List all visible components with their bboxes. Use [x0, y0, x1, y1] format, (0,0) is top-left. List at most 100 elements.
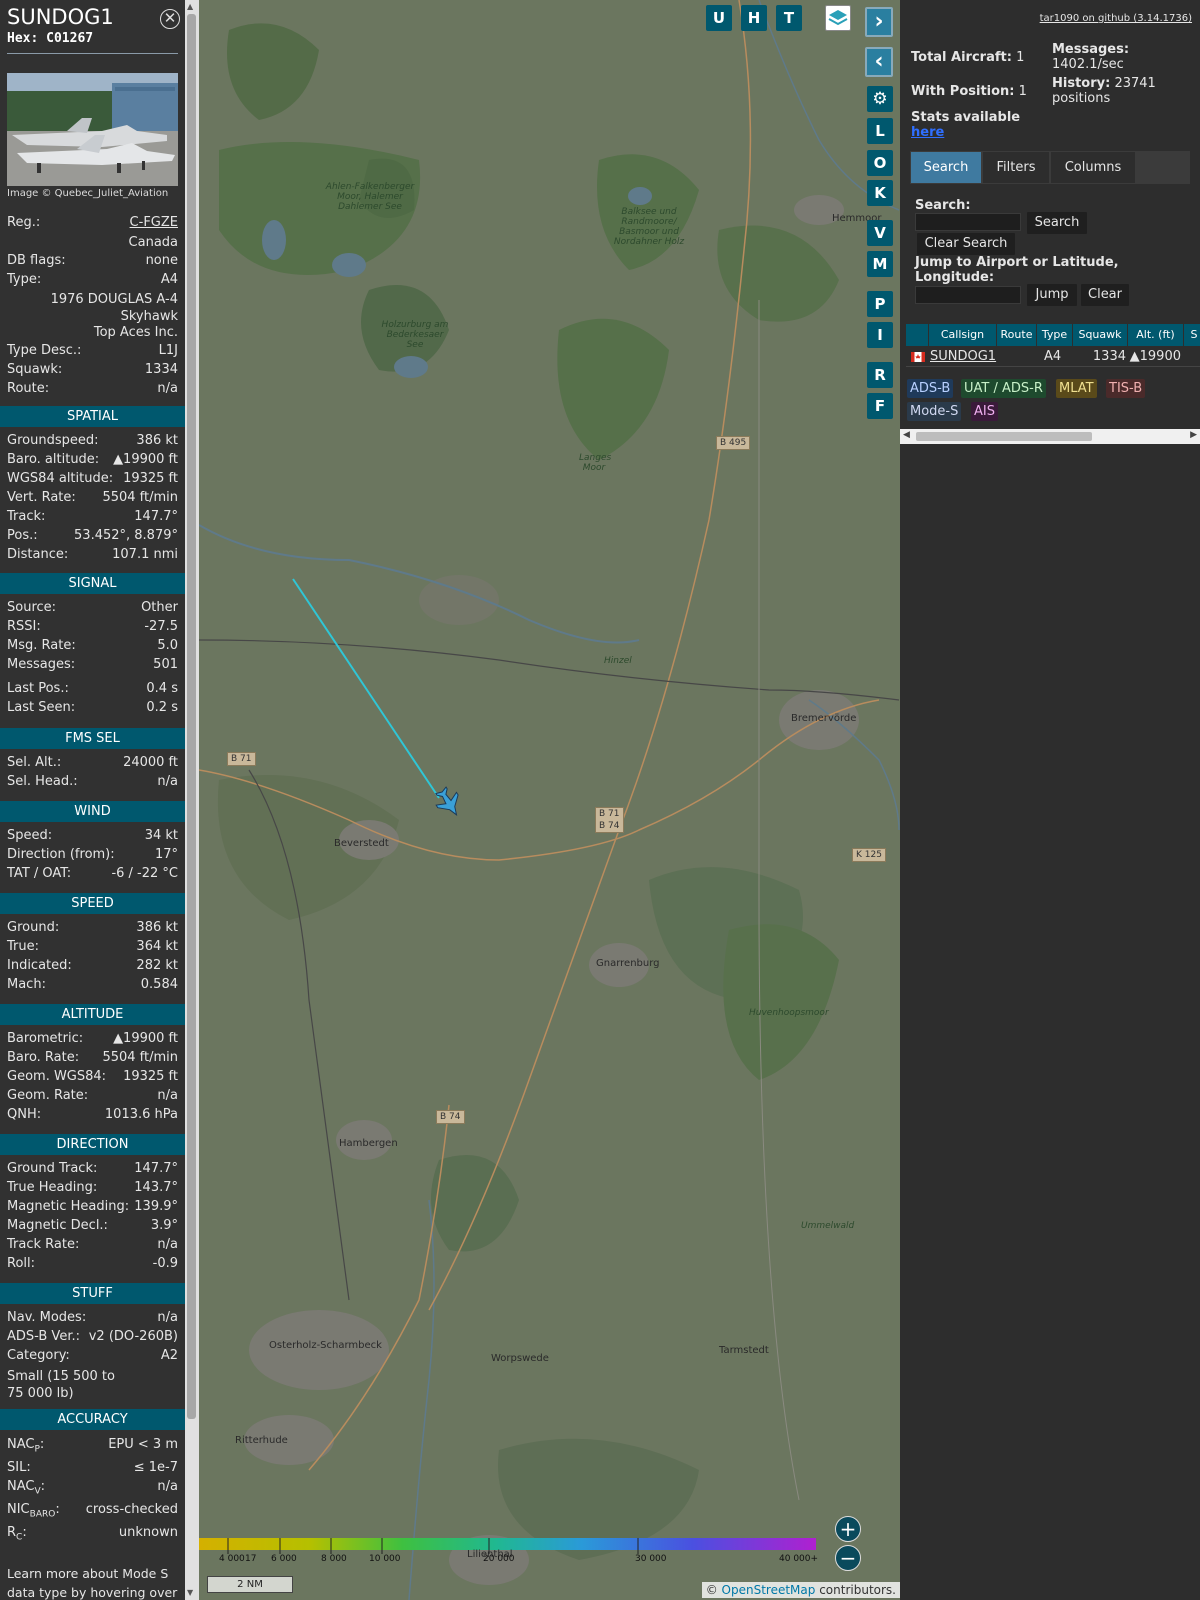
aircraft-hex: Hex: C01267	[7, 31, 94, 46]
section-wind: WIND	[0, 801, 185, 822]
place-label: Bremervörde	[791, 713, 857, 724]
search-button[interactable]: Search	[1027, 212, 1087, 234]
expand-panel-button[interactable]: ›	[865, 7, 893, 37]
h-button[interactable]: H	[741, 5, 767, 31]
altitude-row: Geom. Rate: n/a	[7, 1088, 178, 1103]
wind-row: TAT / OAT: -6 / -22 °C	[7, 866, 178, 881]
column-header-type[interactable]: Type	[1037, 324, 1072, 346]
direction-row: Ground Track: 147.7°	[7, 1161, 178, 1176]
aircraft-callsign: SUNDOG1	[7, 5, 114, 29]
aircraft-list-panel: tar1090 on github (3.14.1736) Total Airc…	[900, 0, 1200, 1600]
m-button[interactable]: M	[867, 251, 893, 277]
clear-button[interactable]: Clear	[1081, 284, 1129, 306]
jump-button[interactable]: Jump	[1027, 284, 1077, 306]
tab-columns[interactable]: Columns	[1051, 152, 1135, 183]
osm-link[interactable]: OpenStreetMap	[722, 1583, 816, 1597]
accuracy-row: NICBARO: cross-checked	[7, 1502, 178, 1520]
section-stuff: STUFF	[0, 1283, 185, 1304]
settings-button[interactable]: ⚙	[867, 86, 893, 112]
f-button[interactable]: F	[867, 393, 893, 419]
row-callsign[interactable]: SUNDOG1	[930, 347, 996, 367]
place-label: Balksee und Randmoore/ Basmoor und Norda…	[613, 207, 685, 247]
sidebar-scrollbar[interactable]: ▲ ▼	[185, 0, 199, 1600]
category-description: Small (15 500 to 75 000 lb)	[7, 1369, 115, 1401]
table-row[interactable]: SUNDOG1 A4 1334 ▲19900	[906, 347, 1200, 367]
section-spatial: SPATIAL	[0, 406, 185, 427]
scroll-up-icon[interactable]: ▲	[187, 2, 193, 11]
l-button[interactable]: L	[867, 118, 893, 144]
column-header-squawk[interactable]: Squawk	[1073, 324, 1127, 346]
close-icon[interactable]: ✕	[160, 9, 180, 29]
route-row: Route: n/a	[7, 381, 178, 396]
operator: Top Aces Inc.	[93, 325, 178, 340]
v-button[interactable]: V	[867, 220, 893, 246]
source-tisb-badge: TIS-B	[1106, 379, 1146, 398]
map-view[interactable]: Ahlen-Falkenberger Moor, Halemer Dahleme…	[199, 0, 900, 1600]
road-label: B 495	[716, 436, 751, 450]
jump-label: Jump to Airport or Latitude, Longitude:	[915, 255, 1119, 285]
scrollbar-thumb[interactable]	[187, 14, 196, 1419]
type-full: 1976 DOUGLAS A-4 Skyhawk	[50, 292, 178, 324]
section-speed: SPEED	[0, 893, 185, 914]
stuff-row: Category: A2	[7, 1348, 178, 1363]
with-position: With Position: 1	[911, 84, 1027, 99]
scroll-left-icon[interactable]: ◀	[903, 430, 910, 440]
table-horizontal-scrollbar[interactable]: ◀ ▶	[900, 429, 1200, 444]
chevron-left-icon: ‹	[874, 49, 884, 74]
reg-link[interactable]: C-FGZE	[130, 215, 178, 230]
color-scale-tick: 40 000+	[779, 1554, 819, 1564]
p-button[interactable]: P	[867, 291, 893, 317]
accuracy-row: SIL: ≤ 1e-7	[7, 1460, 178, 1475]
collapse-panel-button[interactable]: ‹	[865, 47, 893, 77]
direction-row: Track Rate: n/a	[7, 1237, 178, 1252]
reg-row: Reg.: C-FGZE	[7, 215, 178, 230]
search-input[interactable]	[915, 213, 1021, 231]
history-count: History: 23741 positions	[1052, 76, 1156, 106]
source-modes-badge: Mode-S	[907, 402, 962, 421]
gear-icon: ⚙	[872, 89, 888, 109]
flag-canada-icon	[911, 352, 925, 362]
jump-input[interactable]	[915, 286, 1021, 304]
t-button[interactable]: T	[776, 5, 802, 31]
color-scale-tick: 4 000	[219, 1554, 245, 1564]
column-header-speed[interactable]: S	[1184, 324, 1200, 346]
column-header-callsign[interactable]: Callsign	[929, 324, 996, 346]
layers-button[interactable]	[825, 5, 851, 31]
aircraft-photo[interactable]	[7, 73, 178, 186]
wind-row: Direction (from): 17°	[7, 847, 178, 862]
zoom-in-button[interactable]: +	[835, 1516, 861, 1542]
spatial-row: Pos.: 53.452°, 8.879°	[7, 528, 178, 543]
place-label: Hinzel	[604, 656, 632, 666]
u-button[interactable]: U	[706, 5, 732, 31]
column-header-flag[interactable]	[906, 324, 928, 346]
speed-row: True: 364 kt	[7, 939, 178, 954]
section-signal: SIGNAL	[0, 573, 185, 594]
wind-row: Speed: 34 kt	[7, 828, 178, 843]
o-button[interactable]: O	[867, 150, 893, 176]
scale-bar: 2 NM	[207, 1576, 293, 1593]
chevron-right-icon: ›	[874, 9, 884, 34]
column-header-altitude[interactable]: Alt. (ft)	[1128, 324, 1183, 346]
github-link[interactable]: tar1090 on github (3.14.1736)	[1040, 13, 1192, 24]
color-scale-tick: 8 000	[321, 1554, 347, 1564]
layers-icon	[828, 10, 848, 26]
scroll-down-icon[interactable]: ▼	[187, 1588, 193, 1597]
tab-search[interactable]: Search	[911, 152, 981, 183]
spatial-row: Vert. Rate: 5504 ft/min	[7, 490, 178, 505]
clear-search-button[interactable]: Clear Search	[917, 233, 1015, 255]
messages-rate: Messages: 1402.1/sec	[1052, 42, 1130, 72]
type-row: Type: A4	[7, 272, 178, 287]
section-fms: FMS SEL	[0, 728, 185, 749]
column-header-route[interactable]: Route	[997, 324, 1036, 346]
i-button[interactable]: I	[867, 322, 893, 348]
zoom-out-button[interactable]: −	[835, 1545, 861, 1571]
source-mlat-badge: MLAT	[1056, 379, 1097, 398]
r-button[interactable]: R	[867, 362, 893, 388]
stats-link[interactable]: here	[911, 125, 944, 140]
scrollbar-thumb[interactable]	[916, 432, 1092, 441]
place-label: Ummelwald	[801, 1221, 855, 1231]
k-button[interactable]: K	[867, 180, 893, 206]
scroll-right-icon[interactable]: ▶	[1190, 430, 1197, 440]
search-label: Search:	[915, 198, 971, 213]
tab-filters[interactable]: Filters	[983, 152, 1049, 183]
